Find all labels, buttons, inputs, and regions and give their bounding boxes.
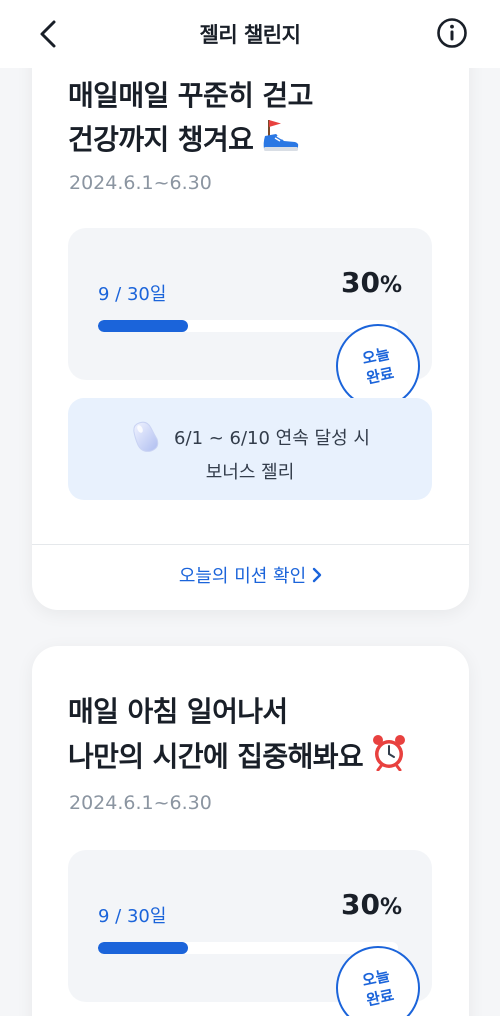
challenge-title-line2: 건강까지 챙겨요 [68,123,254,156]
stamp-line2: 완료 [364,364,396,388]
chevron-right-icon [312,567,322,583]
info-button[interactable] [436,17,468,49]
sneaker-with-flag-icon [261,117,301,165]
jelly-bean-icon [133,421,159,452]
bonus-info-box: 6/1 ~ 6/10 연속 달성 시 보너스 젤리 [68,398,432,500]
challenge-card: 매일매일 꾸준히 걷고 건강까지 챙겨요 2024.6.1~6.30 9 / 3… [32,30,469,610]
challenge-card: 매일 아침 일어나서 나만의 시간에 집중해봐요 2024.6.1~6.30 9… [32,646,469,1016]
stamp-line2: 완료 [364,986,396,1010]
alarm-clock-icon [371,733,407,783]
challenge-title-line1: 매일매일 꾸준히 걷고 [68,79,313,112]
progress-track [98,320,398,332]
progress-fill [98,320,188,332]
percent-sign: % [379,273,402,298]
challenge-title-line2: 나만의 시간에 집중해봐요 [68,740,364,773]
chevron-left-icon [40,20,56,48]
top-navigation-bar: 젤리 챌린지 [0,0,500,68]
percent-label: 30% [341,888,402,921]
page-title: 젤리 챌린지 [199,23,301,47]
progress-fill [98,942,188,954]
progress-panel: 9 / 30일 30% 오늘 완료 [68,228,432,416]
bonus-reward-text: 보너스 젤리 [205,462,295,483]
challenge-date-range: 2024.6.1~6.30 [69,172,212,194]
info-circle-icon [437,18,467,48]
card-divider [32,544,469,545]
check-today-mission-link[interactable]: 오늘의 미션 확인 [32,562,469,588]
days-progress-label: 9 / 30일 [98,906,167,927]
challenge-title: 매일매일 꾸준히 걷고 건강까지 챙겨요 [68,74,313,165]
percent-label: 30% [341,266,402,299]
bonus-condition-text: 6/1 ~ 6/10 연속 달성 시 [174,428,370,449]
challenge-date-range: 2024.6.1~6.30 [69,792,212,814]
challenge-title: 매일 아침 일어나서 나만의 시간에 집중해봐요 [68,690,407,783]
percent-value: 30 [340,888,380,921]
progress-panel: 9 / 30일 30% 오늘 완료 [68,850,432,1016]
progress-track [98,942,398,954]
back-button[interactable] [30,16,66,52]
challenge-title-line1: 매일 아침 일어나서 [68,695,288,728]
percent-value: 30 [340,266,380,299]
percent-sign: % [379,895,402,920]
days-progress-label: 9 / 30일 [98,284,167,305]
mission-link-label: 오늘의 미션 확인 [178,566,307,587]
